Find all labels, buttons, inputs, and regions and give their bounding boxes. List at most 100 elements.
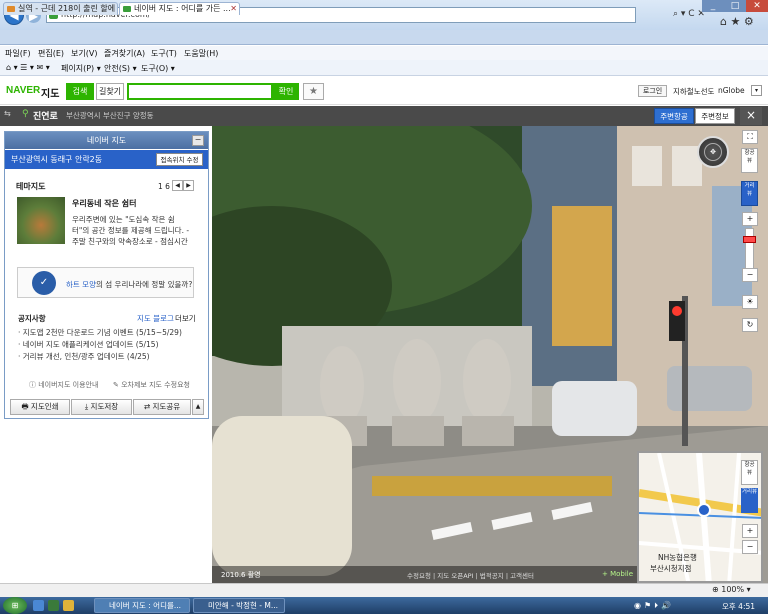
tab-strip bbox=[0, 30, 768, 45]
theme-map-title: 테마지도 bbox=[16, 182, 46, 191]
notice-item[interactable]: · 지도앱 2천만 다운로드 기념 이벤트 (5/15~5/29) bbox=[18, 327, 182, 338]
command-bar: ⌂ ▾ ☰ ▾ ✉ ▾ 페이지(P) ▾ 안전(S) ▾ 도구(O) ▾ bbox=[0, 60, 768, 76]
explorer-icon[interactable] bbox=[63, 600, 74, 611]
map-badge-icon: ✓ bbox=[32, 271, 56, 295]
menu-page[interactable]: 페이지(P) ▾ bbox=[61, 63, 101, 74]
zoom-in-button[interactable]: + bbox=[742, 212, 758, 226]
mini-zoom-out-button[interactable]: − bbox=[742, 540, 758, 554]
theme-next-button[interactable]: ▶ bbox=[183, 180, 194, 191]
fullscreen-icon[interactable]: ⛶ bbox=[742, 130, 758, 144]
tab-icon bbox=[7, 6, 15, 12]
around-info-button[interactable]: 주변정보 bbox=[695, 108, 735, 124]
aerial-label: 항공뷰 bbox=[744, 150, 755, 164]
report-error-link[interactable]: ✎ 오차제보 지도 수정요청 bbox=[113, 380, 190, 390]
more-link[interactable]: 더보기 bbox=[175, 313, 196, 324]
search-input[interactable] bbox=[127, 83, 273, 100]
tab-icon bbox=[123, 6, 131, 12]
minimize-panel-button[interactable]: − bbox=[192, 135, 204, 146]
menu-help[interactable]: 도움말(H) bbox=[184, 48, 218, 59]
theme-desc: 주말 친구와의 약속장소로 - 점심시간 bbox=[72, 237, 188, 246]
tab-inactive[interactable]: 실역 - 근데 218이 출린 할에 ... bbox=[3, 2, 118, 15]
minimize-button[interactable]: _ bbox=[702, 0, 724, 12]
service-title: 지도 bbox=[41, 89, 60, 100]
system-tray-icons[interactable]: ◉⚑⏵🔊 bbox=[634, 601, 674, 611]
favorites-icon[interactable]: ⌂ ★ ⚙ bbox=[720, 15, 754, 28]
brightness-icon[interactable]: ☀ bbox=[742, 295, 758, 309]
share-map-button[interactable]: ⇄ 지도공유 bbox=[133, 399, 191, 415]
taskbar-item[interactable]: 네이버 지도 : 어디를... bbox=[94, 598, 190, 613]
zoom-out-button[interactable]: − bbox=[742, 268, 758, 282]
maximize-button[interactable]: □ bbox=[724, 0, 746, 12]
notice-item[interactable]: · 거리뷰 개선, 인천/광주 업데이트 (4/25) bbox=[18, 351, 150, 362]
notice-item[interactable]: · 네이버 지도 애플리케이션 업데이트 (5/15) bbox=[18, 339, 159, 350]
street-view-button[interactable]: 거리뷰 bbox=[741, 181, 758, 206]
zoom-level[interactable]: ⊕ 100% ▾ bbox=[712, 585, 751, 594]
tab-directions[interactable]: 길찾기 bbox=[96, 83, 124, 100]
zoom-slider[interactable] bbox=[745, 228, 754, 272]
search-icon[interactable]: ⌕ ▾ C ✕ bbox=[673, 9, 705, 19]
naver-logo[interactable]: NAVER bbox=[6, 85, 40, 96]
menu-tools-cmd[interactable]: 도구(O) ▾ bbox=[141, 63, 175, 74]
close-view-button[interactable]: × bbox=[740, 107, 762, 125]
close-tab-icon[interactable]: ✕ bbox=[230, 3, 237, 15]
theme-prev-button[interactable]: ◀ bbox=[172, 180, 183, 191]
capture-date: 2010.6 촬영 bbox=[221, 571, 261, 579]
search-submit-button[interactable]: 확인 bbox=[273, 83, 299, 100]
nglobe-link[interactable]: nGlobe bbox=[718, 86, 745, 95]
menu-bar: 파일(F) 편집(E) 보기(V) 즐겨찾기(A) 도구(T) 도움말(H) bbox=[0, 46, 768, 60]
home-icon[interactable]: ⌂ ▾ ☰ ▾ ✉ ▾ bbox=[6, 63, 50, 72]
footer-links[interactable]: 수정요청 | 지도 오픈API | 법적공지 | 고객센터 bbox=[407, 570, 534, 580]
close-window-button[interactable]: ✕ bbox=[746, 0, 768, 12]
print-label: 지도인쇄 bbox=[30, 402, 59, 411]
pegman-icon[interactable] bbox=[697, 503, 711, 517]
aerial-view-button[interactable]: 항공뷰 bbox=[741, 148, 758, 173]
promo-text[interactable]: 하트 모양의 섬 우리나라에 정말 있을까? bbox=[66, 279, 192, 290]
mini-street-button[interactable]: 거리뷰 bbox=[741, 488, 758, 513]
favorite-star-icon[interactable]: ★ bbox=[303, 83, 324, 100]
report-error-label: 오차제보 지도 수정요청 bbox=[121, 381, 190, 389]
theme-headline[interactable]: 우리동네 작은 쉼터 bbox=[72, 198, 136, 209]
usage-guide-link[interactable]: ⓘ 네이버지도 이용안내 bbox=[29, 380, 98, 390]
aerial-label: 항공뷰 bbox=[744, 462, 755, 476]
edit-location-button[interactable]: 접속위치 수정 bbox=[156, 153, 203, 166]
zoom-slider-thumb[interactable] bbox=[743, 236, 756, 243]
menu-view[interactable]: 보기(V) bbox=[71, 48, 97, 59]
menu-safety[interactable]: 안전(S) ▾ bbox=[104, 63, 137, 74]
menu-edit[interactable]: 편집(E) bbox=[38, 48, 64, 59]
usage-guide-label: 네이버지도 이용안내 bbox=[38, 381, 99, 389]
menu-tools[interactable]: 도구(T) bbox=[151, 48, 177, 59]
mini-zoom-in-button[interactable]: + bbox=[742, 524, 758, 538]
ie-icon[interactable] bbox=[33, 600, 44, 611]
street-label: 거리뷰 bbox=[744, 183, 755, 197]
wmp-icon[interactable] bbox=[48, 600, 59, 611]
start-button[interactable]: ⊞ bbox=[3, 597, 27, 614]
theme-desc: 터"의 공간 정보를 제공해 드립니다. - bbox=[72, 226, 190, 235]
menu-favorites[interactable]: 즐겨찾기(A) bbox=[104, 48, 145, 59]
save-map-button[interactable]: ⤓ 지도저장 bbox=[71, 399, 132, 415]
tab-label: 네이버 지도 : 어디를 가든 ... bbox=[134, 4, 231, 13]
zoom-value: 100% bbox=[721, 585, 745, 594]
map-blog-link[interactable]: 지도 블로그 bbox=[137, 313, 174, 324]
location-name: 진연로 bbox=[33, 112, 58, 122]
notice-title: 공지사항 bbox=[18, 314, 46, 323]
taskbar-item[interactable]: 미안해 - 박정현 - M... bbox=[193, 598, 285, 613]
collapse-icon[interactable]: ▲ bbox=[192, 399, 204, 415]
subway-map-link[interactable]: 지하철노선도 bbox=[673, 86, 714, 97]
menu-file[interactable]: 파일(F) bbox=[5, 48, 31, 59]
chevron-down-icon[interactable]: ▾ bbox=[751, 85, 762, 96]
around-aerial-button[interactable]: 주변항공 bbox=[654, 108, 694, 124]
tab-label: 실역 - 근데 218이 출린 할에 ... bbox=[18, 4, 118, 13]
status-bar bbox=[0, 583, 768, 597]
theme-thumbnail[interactable] bbox=[17, 197, 65, 244]
tab-search[interactable]: 검색 bbox=[66, 83, 94, 100]
login-button[interactable]: 로그인 bbox=[638, 85, 667, 97]
pan-arrows-icon[interactable]: ✥ bbox=[704, 143, 722, 161]
tab-active[interactable]: 네이버 지도 : 어디를 가든 ... ✕ bbox=[119, 2, 240, 15]
expand-icon[interactable]: ⇆ bbox=[4, 109, 11, 118]
rotate-icon[interactable]: ↻ bbox=[742, 318, 758, 332]
mobile-link[interactable]: + Mobile bbox=[602, 570, 633, 578]
panel-title: 네이버 지도 bbox=[5, 132, 208, 149]
print-map-button[interactable]: 🖶 지도인쇄 bbox=[10, 399, 70, 415]
theme-pagination: 1 6 bbox=[158, 182, 170, 191]
mini-aerial-button[interactable]: 항공뷰 bbox=[741, 460, 758, 485]
